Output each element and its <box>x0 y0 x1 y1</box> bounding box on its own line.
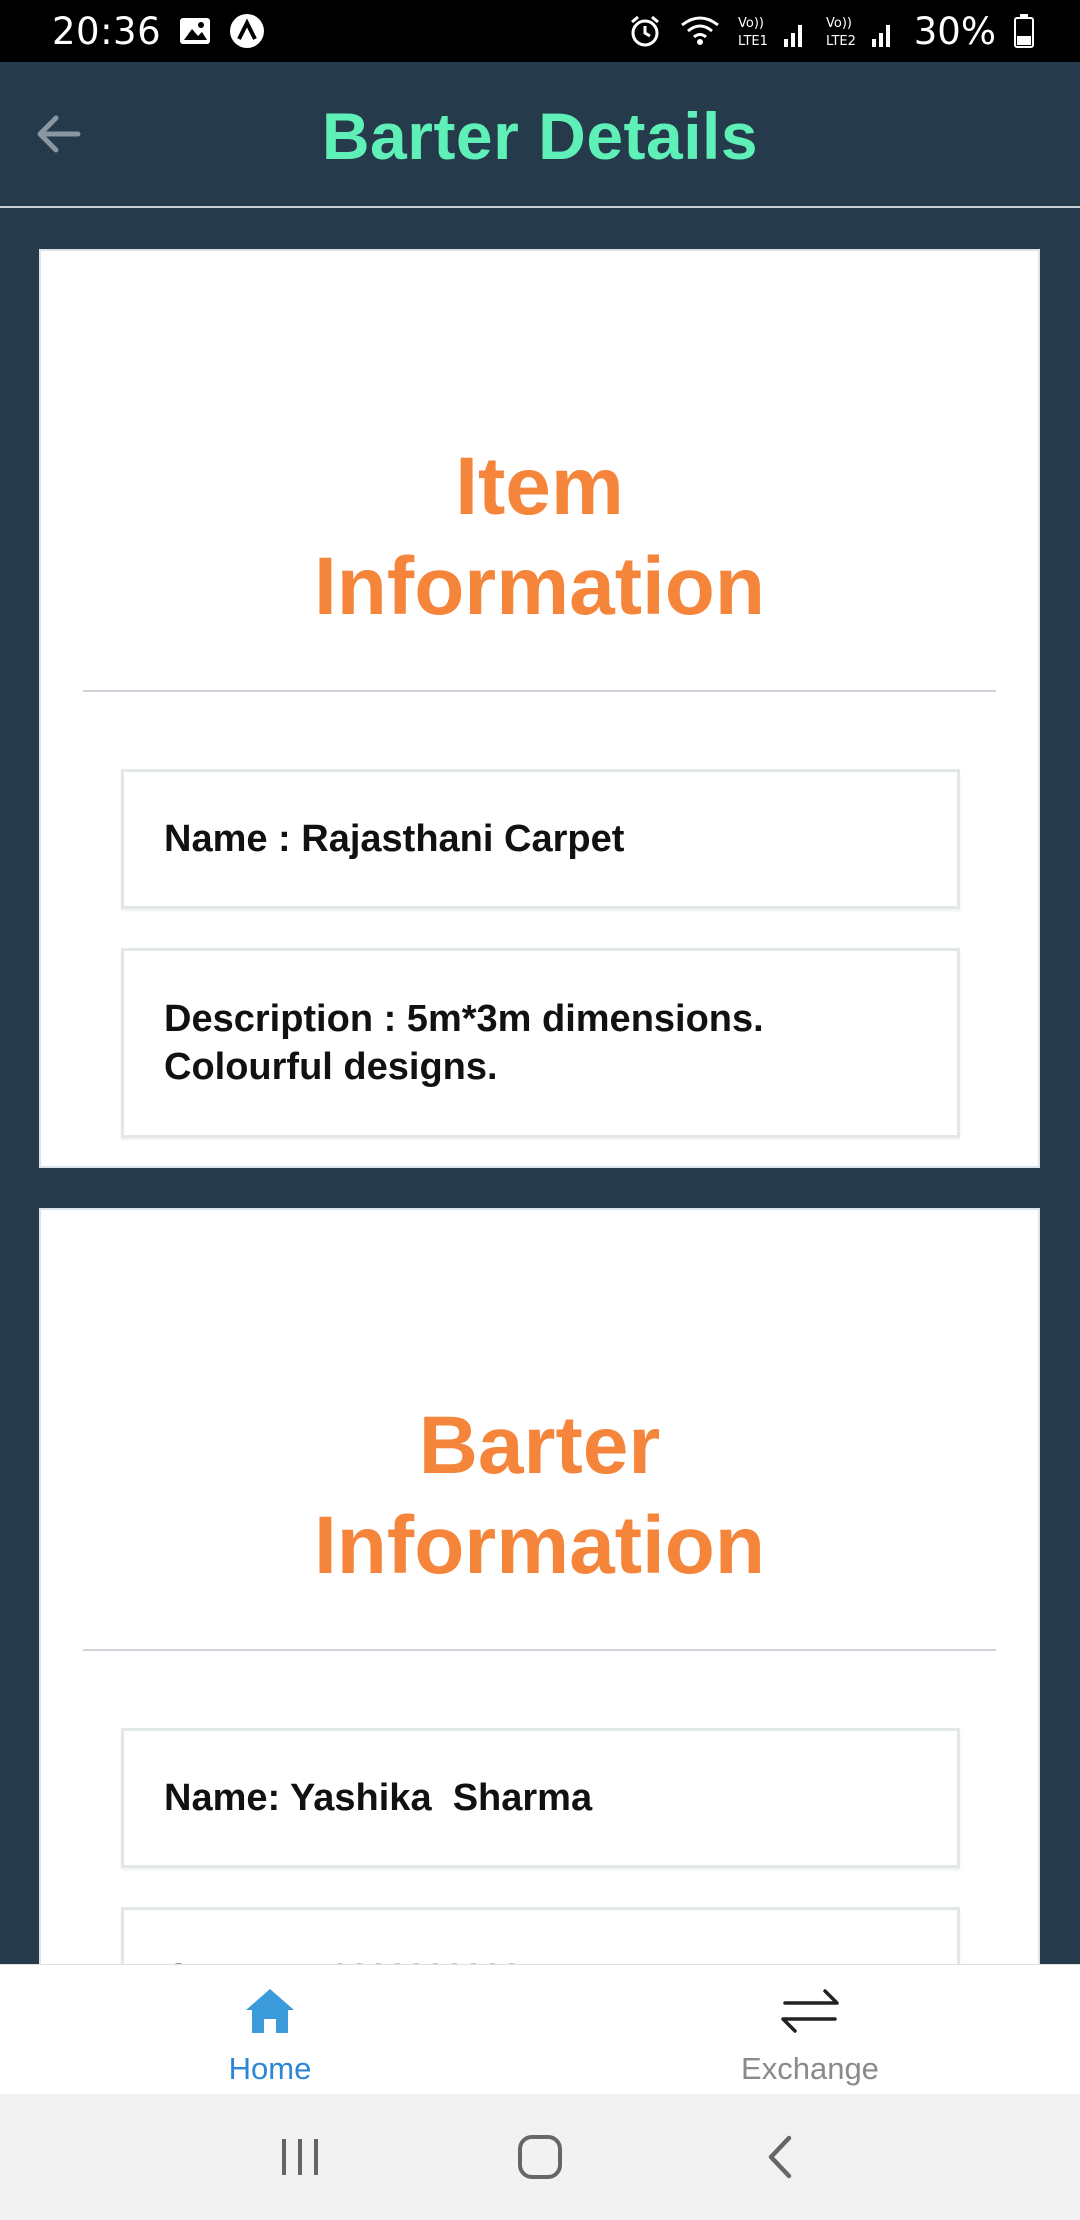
app-notification-icon <box>229 13 265 49</box>
system-home-button[interactable] <box>500 2117 580 2197</box>
signal-lte2-icon: Vo)) LTE2 <box>826 13 896 49</box>
item-card-title: Item Information <box>41 437 1038 637</box>
status-time: 20:36 <box>52 9 162 53</box>
card-divider <box>83 1649 996 1651</box>
recent-apps-button[interactable] <box>260 2117 340 2197</box>
item-information-card: Item Information Name : Rajasthani Carpe… <box>39 249 1040 1168</box>
wifi-icon <box>680 15 720 47</box>
barter-name-field: Name: Yashika Sharma <box>121 1728 960 1868</box>
barter-name-text: Name: Yashika Sharma <box>164 1777 593 1819</box>
signal-lte1-icon: Vo)) LTE1 <box>738 13 808 49</box>
status-right: Vo)) LTE1 Vo)) LTE2 30% <box>628 10 1034 53</box>
item-description-line1: Description : 5m*3m dimensions. <box>164 998 764 1040</box>
barter-contact-field: Contact: 1111111111 <box>121 1907 960 1964</box>
exchange-icon <box>777 1981 843 2041</box>
item-title-line2: Information <box>314 541 765 632</box>
home-icon <box>244 1981 296 2041</box>
alarm-icon <box>628 14 662 48</box>
nav-exchange-tab[interactable]: Exchange <box>660 1965 960 2095</box>
item-name-field: Name : Rajasthani Carpet <box>121 769 960 909</box>
nav-home-label: Home <box>228 2051 312 2086</box>
battery-icon <box>1014 14 1034 48</box>
system-back-button[interactable] <box>740 2117 820 2197</box>
content-scroll[interactable]: Item Information Name : Rajasthani Carpe… <box>0 210 1080 1964</box>
gallery-notification-icon <box>179 16 211 46</box>
item-description-line2: Colourful designs. <box>164 1046 498 1088</box>
app-header: Barter Details <box>0 62 1080 208</box>
status-left: 20:36 <box>52 10 265 53</box>
barter-information-card: Barter Information Name: Yashika Sharma … <box>39 1208 1040 1964</box>
battery-percentage: 30% <box>913 9 996 53</box>
nav-home-tab[interactable]: Home <box>120 1965 420 2095</box>
lte2-label: LTE2 <box>826 34 856 49</box>
status-bar: 20:36 Vo)) LTE1 Vo)) LTE2 30% <box>0 0 1080 62</box>
svg-text:Vo)): Vo)) <box>738 16 764 31</box>
card-divider <box>83 690 996 692</box>
system-home-icon <box>518 2135 562 2179</box>
barter-title-line2: Information <box>314 1500 765 1591</box>
bottom-nav: Home Exchange <box>0 1964 1080 2094</box>
barter-card-title: Barter Information <box>41 1396 1038 1596</box>
recent-apps-icon <box>282 2139 318 2175</box>
svg-text:Vo)): Vo)) <box>826 16 852 31</box>
item-name-text: Name : Rajasthani Carpet <box>164 818 625 860</box>
nav-exchange-label: Exchange <box>741 2051 879 2086</box>
system-back-icon <box>768 2135 792 2179</box>
barter-title-line1: Barter <box>418 1400 661 1491</box>
system-nav-bar <box>0 2094 1080 2220</box>
page-title: Barter Details <box>321 99 759 173</box>
lte1-label: LTE1 <box>738 34 768 49</box>
item-description-field: Description : 5m*3m dimensions. Colourfu… <box>121 948 960 1138</box>
barter-contact-text: Contact: 1111111111 <box>164 1954 521 1964</box>
item-title-line1: Item <box>455 441 624 532</box>
